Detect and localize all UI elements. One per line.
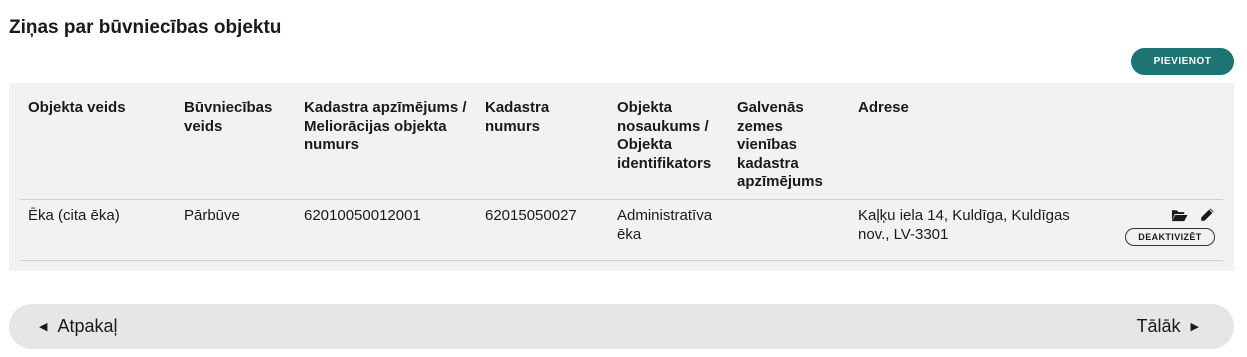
deactivate-button[interactable]: DEAKTIVIZĒT bbox=[1125, 228, 1215, 246]
cell-kadastra-apzimejums: 62010050012001 bbox=[304, 207, 421, 224]
column-header-objekta-veids: Objekta veids bbox=[28, 99, 126, 116]
column-header-objekta-nosaukums: Objekta nosaukums / Objekta identifikato… bbox=[617, 99, 712, 172]
column-header-buvniecibas-veids: Būvniecības veids bbox=[184, 99, 273, 135]
section-title: Ziņas par būvniecības objektu bbox=[9, 17, 282, 38]
next-button[interactable]: Tālāk ▶ bbox=[1137, 316, 1199, 337]
column-header-galvenas-zemes: Galvenās zemes vienības kadastra apzīmēj… bbox=[737, 99, 823, 190]
caret-left-icon: ◀ bbox=[39, 320, 48, 333]
objects-table: Objekta veids Būvniecības veids Kadastra… bbox=[9, 83, 1234, 271]
back-button[interactable]: ◀ Atpakaļ bbox=[39, 316, 118, 337]
cell-adrese: Kaļķu iela 14, Kuldīga, Kuldīgas nov., L… bbox=[858, 207, 1070, 243]
column-header-kadastra-numurs: Kadastra numurs bbox=[485, 99, 550, 135]
pencil-icon[interactable] bbox=[1200, 207, 1215, 222]
cell-buvniecibas-veids: Pārbūve bbox=[184, 207, 240, 224]
add-button[interactable]: PIEVIENOT bbox=[1131, 48, 1234, 75]
column-header-kadastra-apzimejums: Kadastra apzīmējums / Meliorācijas objek… bbox=[304, 99, 467, 153]
column-header-adrese: Adrese bbox=[858, 99, 909, 116]
cell-objekta-nosaukums: Administratīva ēka bbox=[617, 207, 713, 243]
back-label: Atpakaļ bbox=[57, 316, 118, 336]
folder-open-icon[interactable] bbox=[1171, 208, 1188, 222]
caret-right-icon: ▶ bbox=[1190, 320, 1199, 333]
row-divider bbox=[20, 199, 1223, 200]
cell-kadastra-numurs: 62015050027 bbox=[485, 207, 577, 224]
cell-objekta-veids: Ēka (cita ēka) bbox=[28, 207, 120, 224]
next-label: Tālāk bbox=[1136, 316, 1181, 336]
row-divider bbox=[20, 260, 1223, 261]
navigation-bar: ◀ Atpakaļ Tālāk ▶ bbox=[9, 304, 1234, 349]
